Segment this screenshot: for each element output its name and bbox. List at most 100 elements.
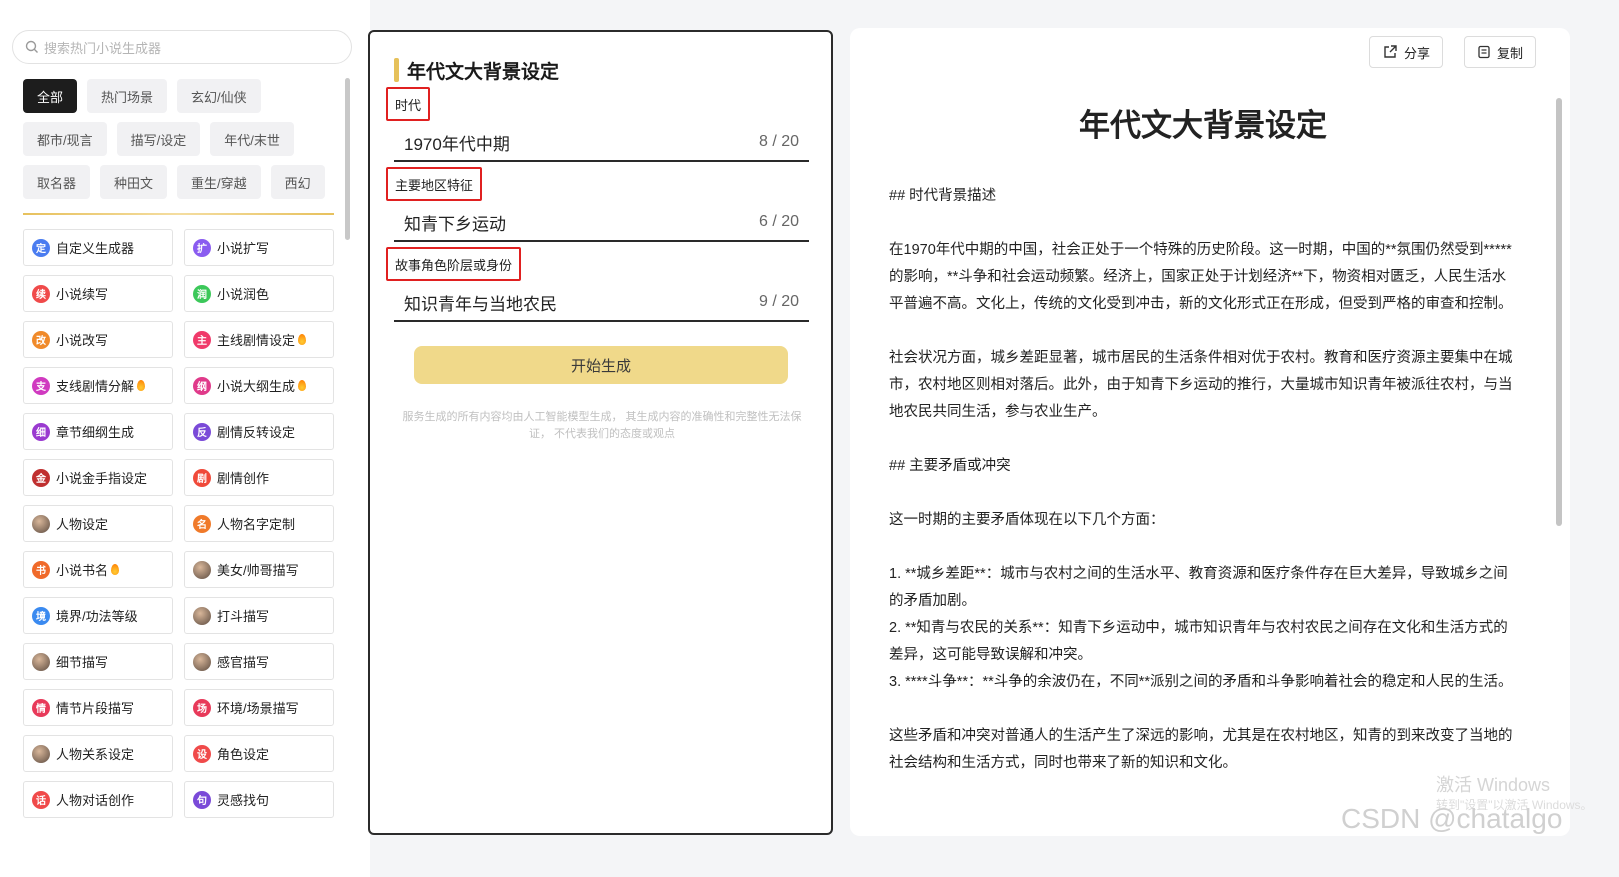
tool-item[interactable]: 细节描写: [23, 643, 173, 680]
search-placeholder: 搜索热门小说生成器: [44, 40, 162, 56]
identity-char-count: 9 / 20: [758, 293, 799, 310]
tool-item[interactable]: 句灵感找句: [184, 781, 334, 818]
tool-item[interactable]: 主主线剧情设定: [184, 321, 334, 358]
disclaimer-text: 服务生成的所有内容均由人工智能模型生成， 其生成内容的准确性和完整性无法保证， …: [402, 411, 802, 440]
outline-icon: 纲: [193, 376, 211, 395]
expand-icon: 扩: [193, 238, 211, 257]
tool-label: 小说续写: [56, 287, 109, 302]
tag-all[interactable]: 全部: [23, 79, 78, 113]
tool-label: 小说改写: [56, 333, 109, 348]
search-input[interactable]: 搜索热门小说生成器: [12, 30, 352, 64]
sidebar-scrollbar[interactable]: [345, 78, 350, 240]
era-value: 1970年代中期: [404, 134, 510, 154]
identity-input[interactable]: 知识青年与当地农民 9 / 20: [394, 284, 809, 322]
tool-label: 境界/功法等级: [56, 609, 138, 624]
sense-avatar-icon: [193, 652, 211, 671]
tool-item[interactable]: 感官描写: [184, 643, 334, 680]
generator-form: 年代文大背景设定 时代 1970年代中期 8 / 20 主要地区特征 知青下乡运…: [368, 30, 833, 835]
tool-item[interactable]: 定自定义生成器: [23, 229, 173, 266]
tool-item[interactable]: 境境界/功法等级: [23, 597, 173, 634]
fight-avatar-icon: [193, 606, 211, 625]
name-icon: 名: [193, 514, 211, 533]
tool-label: 感官描写: [217, 655, 270, 670]
era-char-count: 8 / 20: [758, 133, 799, 150]
tool-item[interactable]: 设角色设定: [184, 735, 334, 772]
tool-label: 人物对话创作: [56, 793, 135, 808]
tag-western-fantasy[interactable]: 西幻: [270, 165, 325, 199]
tool-label: 美女/帅哥描写: [217, 563, 299, 578]
list-item: 3. ****斗争**：**斗争的余波仍在，不同**派别之间的矛盾和斗争影响着社…: [889, 674, 1513, 690]
tool-item[interactable]: 剧剧情创作: [184, 459, 334, 496]
tag-era[interactable]: 年代/末世: [210, 122, 294, 156]
tool-label: 剧情反转设定: [217, 425, 296, 440]
output-title: 年代文大背景设定: [1079, 108, 1327, 143]
beauty-avatar-icon: [193, 560, 211, 579]
copy-button[interactable]: 复制: [1464, 36, 1537, 68]
golden-finger-icon: 金: [32, 468, 50, 487]
gold-divider: [23, 213, 334, 215]
tool-item[interactable]: 金小说金手指设定: [23, 459, 173, 496]
tool-label: 人物名字定制: [217, 517, 296, 532]
character-avatar-icon: [32, 514, 50, 533]
tool-item[interactable]: 反剧情反转设定: [184, 413, 334, 450]
era-input[interactable]: 1970年代中期 8 / 20: [394, 124, 809, 162]
tag-rebirth[interactable]: 重生/穿越: [177, 165, 261, 199]
flame-icon: [137, 380, 146, 391]
tag-urban[interactable]: 都市/现言: [23, 122, 107, 156]
tag-fantasy[interactable]: 玄幻/仙侠: [177, 79, 261, 113]
tool-item[interactable]: 润小说润色: [184, 275, 334, 312]
copy-label: 复制: [1497, 45, 1524, 61]
tool-item[interactable]: 人物设定: [23, 505, 173, 542]
output-panel: 分享 复制 年代文大背景设定 ## 时代背景描述 在1970年代中期的中国，社会…: [850, 28, 1570, 836]
tool-item[interactable]: 续小说续写: [23, 275, 173, 312]
tool-label: 人物设定: [56, 517, 109, 532]
tool-label: 小说扩写: [217, 241, 270, 256]
tool-item[interactable]: 细章节细纲生成: [23, 413, 173, 450]
inspiration-icon: 句: [193, 790, 211, 809]
tool-item[interactable]: 书小说书名: [23, 551, 173, 588]
tool-item[interactable]: 场环境/场景描写: [184, 689, 334, 726]
tool-label: 剧情创作: [217, 471, 270, 486]
form-title: 年代文大背景设定: [394, 56, 559, 84]
list-item: 1. **城乡差距**：城市与农村之间的生活水平、教育资源和医疗条件存在巨大差异…: [889, 566, 1508, 609]
continue-icon: 续: [32, 284, 50, 303]
paragraph: 这些矛盾和冲突对普通人的生活产生了深远的影响，尤其是在农村地区，知青的到来改变了…: [889, 728, 1513, 771]
plot-twist-icon: 反: [193, 422, 211, 441]
tool-item[interactable]: 打斗描写: [184, 597, 334, 634]
tool-item[interactable]: 支支线剧情分解: [23, 367, 173, 404]
output-content: ## 时代背景描述 在1970年代中期的中国，社会正处于一个特殊的历史阶段。这一…: [889, 183, 1519, 823]
flame-icon: [111, 564, 120, 575]
watermark-line1: 激活 Windows: [1436, 775, 1551, 795]
tool-item[interactable]: 情情节片段描写: [23, 689, 173, 726]
copy-icon: [1478, 45, 1490, 59]
generate-button[interactable]: 开始生成: [414, 346, 788, 384]
tool-item[interactable]: 扩小说扩写: [184, 229, 334, 266]
tool-item[interactable]: 美女/帅哥描写: [184, 551, 334, 588]
csdn-watermark: CSDN @chatalgo: [1341, 803, 1563, 834]
sidebar: 搜索热门小说生成器 全部 热门场景 玄幻/仙侠 都市/现言 描写/设定 年代/末…: [0, 0, 370, 877]
tool-item[interactable]: 改小说改写: [23, 321, 173, 358]
tag-hot-scenes[interactable]: 热门场景: [87, 79, 168, 113]
tool-item[interactable]: 名人物名字定制: [184, 505, 334, 542]
paragraph: 社会状况方面，城乡差距显著，城市居民的生活条件相对优于农村。教育和医疗资源主要集…: [889, 350, 1513, 420]
output-scrollbar[interactable]: [1556, 98, 1562, 526]
paragraph: 这一时期的主要矛盾体现在以下几个方面：: [889, 512, 1165, 528]
tool-label: 情节片段描写: [56, 701, 135, 716]
tool-item[interactable]: 话人物对话创作: [23, 781, 173, 818]
tool-item[interactable]: 人物关系设定: [23, 735, 173, 772]
tag-naming[interactable]: 取名器: [23, 165, 91, 199]
tool-label: 自定义生成器: [56, 241, 135, 256]
chapter-outline-icon: 细: [32, 422, 50, 441]
region-input[interactable]: 知青下乡运动 6 / 20: [394, 204, 809, 242]
tool-label: 主线剧情设定: [217, 333, 296, 348]
main-plot-icon: 主: [193, 330, 211, 349]
tool-label: 环境/场景描写: [217, 701, 299, 716]
tag-description[interactable]: 描写/设定: [116, 122, 201, 156]
share-button[interactable]: 分享: [1369, 36, 1444, 68]
scene-icon: 场: [193, 698, 211, 717]
tag-farming[interactable]: 种田文: [100, 165, 168, 199]
tool-item[interactable]: 纲小说大纲生成: [184, 367, 334, 404]
realm-icon: 境: [32, 606, 50, 625]
tool-label: 小说书名: [56, 563, 109, 578]
paragraph: 在1970年代中期的中国，社会正处于一个特殊的历史阶段。这一时期，中国的**氛围…: [889, 242, 1513, 312]
